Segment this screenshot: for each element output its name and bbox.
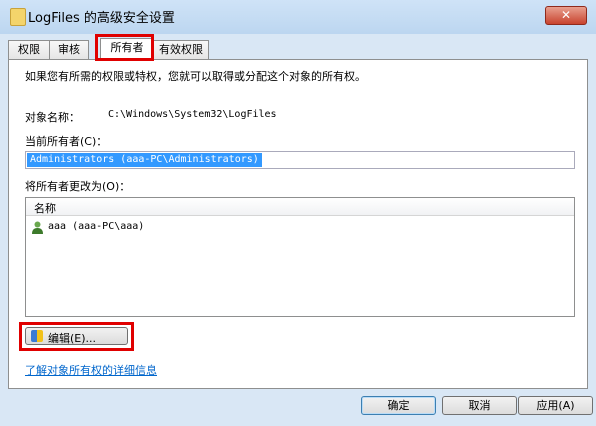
- cancel-button[interactable]: 取消: [442, 396, 517, 415]
- learn-more-link[interactable]: 了解对象所有权的详细信息: [25, 362, 157, 378]
- list-item-label: aaa (aaa-PC\aaa): [48, 221, 145, 232]
- apply-button[interactable]: 应用(A): [518, 396, 593, 415]
- new-owner-list[interactable]: 名称 aaa (aaa-PC\aaa): [25, 197, 575, 317]
- current-owner-value: Administrators (aaa-PC\Administrators): [27, 153, 262, 167]
- object-name-label: 对象名称：: [25, 111, 80, 124]
- ok-button[interactable]: 确定: [361, 396, 436, 415]
- owner-tab-highlight: [95, 34, 154, 61]
- title-bar[interactable]: LogFiles 的高级安全设置 ✕: [0, 0, 596, 34]
- close-button[interactable]: ✕: [545, 6, 587, 25]
- current-owner-label: 当前所有者(C)：: [25, 135, 108, 148]
- list-header[interactable]: 名称: [26, 198, 574, 216]
- current-owner-field[interactable]: Administrators (aaa-PC\Administrators): [25, 151, 575, 169]
- window-title: LogFiles 的高级安全设置: [28, 11, 175, 26]
- user-icon: [32, 221, 43, 234]
- tab-auditing[interactable]: 审核: [49, 40, 89, 59]
- change-owner-label: 将所有者更改为(O)：: [25, 180, 131, 193]
- security-settings-window: LogFiles 的高级安全设置 ✕ 权限 审核 所有者 有效权限 如果您有所需…: [0, 0, 596, 426]
- intro-text: 如果您有所需的权限或特权，您就可以取得或分配这个对象的所有权。: [25, 70, 366, 83]
- object-name-value: C:\Windows\System32\LogFiles: [108, 109, 277, 120]
- tab-effective-permissions[interactable]: 有效权限: [153, 40, 209, 59]
- edit-button-highlight: [19, 322, 134, 351]
- list-item[interactable]: aaa (aaa-PC\aaa): [26, 220, 574, 236]
- tab-permissions[interactable]: 权限: [8, 40, 50, 59]
- folder-icon: [10, 8, 26, 26]
- column-name-header: 名称: [34, 202, 56, 215]
